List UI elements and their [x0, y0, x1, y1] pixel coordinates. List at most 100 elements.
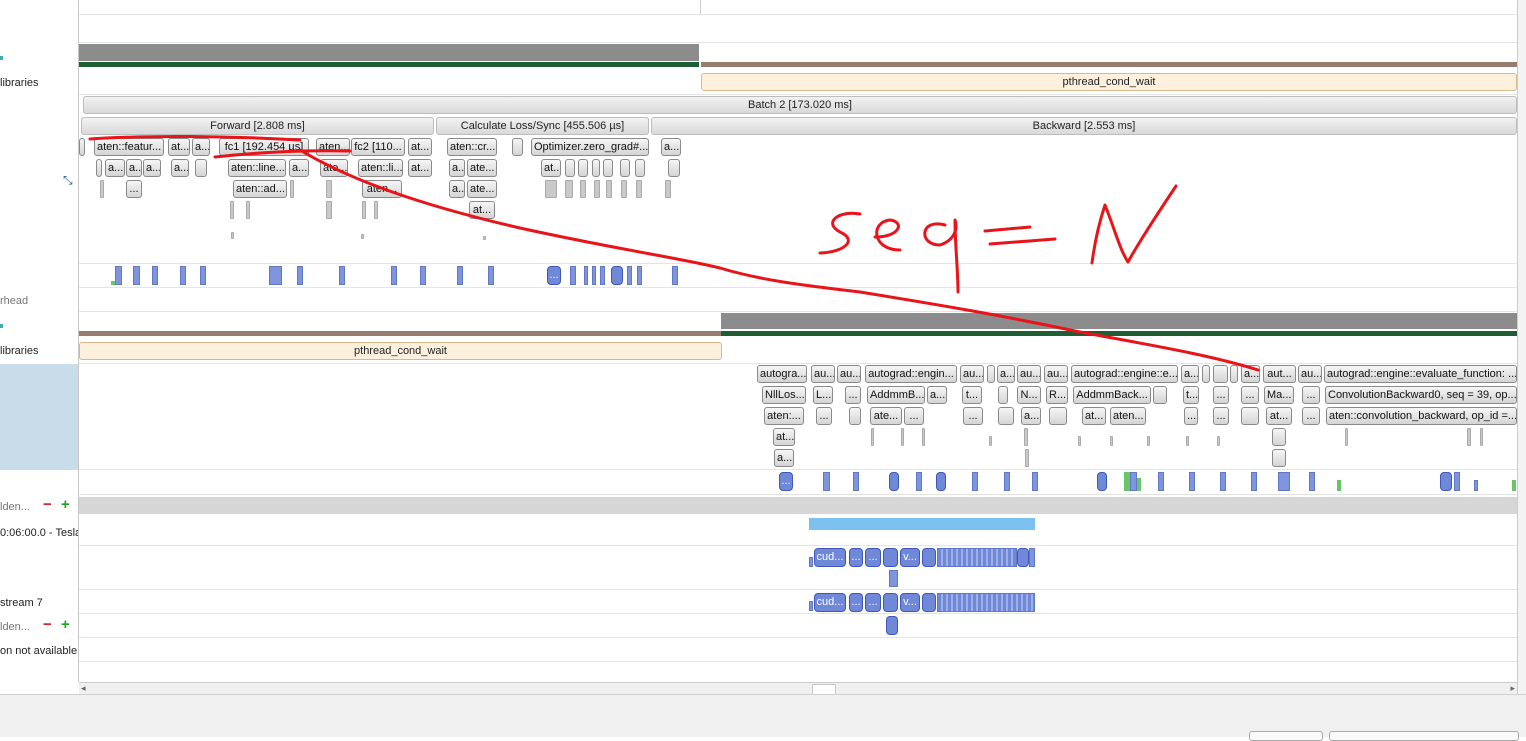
cuda-kernel[interactable] [883, 548, 898, 567]
aten-op-range[interactable]: aten... [1110, 407, 1146, 425]
cpu-op-range[interactable]: aten::li... [358, 159, 403, 177]
aten-op-range[interactable] [849, 407, 861, 425]
cpu-op-tick[interactable] [580, 180, 586, 198]
cpu-op-range[interactable]: ate... [467, 180, 497, 198]
cuda-kernel[interactable] [889, 570, 898, 587]
aten-op-tick[interactable] [1217, 436, 1220, 446]
scroll-right-arrow-icon[interactable]: ▸ [1510, 683, 1515, 694]
pin-icon[interactable]: ⤡ [63, 173, 73, 188]
expand-indicator-icon[interactable] [0, 56, 3, 60]
cuda-kernel[interactable] [883, 593, 898, 612]
autograd-range[interactable]: a... [997, 365, 1015, 383]
cpu-op-range[interactable] [565, 159, 575, 177]
cpu-op-range[interactable]: a... [143, 159, 161, 177]
cpu-op-range[interactable]: ... [126, 180, 142, 198]
addmm-backward-range[interactable]: AddmmB... [867, 386, 925, 404]
cpu-op-range[interactable] [79, 138, 85, 156]
cuda-api-call[interactable] [488, 266, 494, 285]
fc2-range[interactable]: fc2 [110... [351, 138, 405, 156]
cpu-op-range[interactable]: a... [289, 159, 309, 177]
pthread-cond-wait-range[interactable]: pthread_cond_wait [79, 342, 722, 360]
backward-op-range[interactable]: R... [1046, 386, 1068, 404]
cuda-api-call[interactable] [853, 472, 859, 491]
cpu-op-tick[interactable] [374, 201, 378, 219]
row-label-libraries-2[interactable]: libraries [0, 345, 78, 357]
cpu-op-tick[interactable] [665, 180, 671, 198]
cpu-op-range[interactable] [592, 159, 600, 177]
cpu-op-tick[interactable] [100, 180, 104, 198]
cpu-op-tick[interactable] [606, 180, 612, 198]
cuda-kernel[interactable]: cud... [814, 593, 846, 612]
cpu-op-range[interactable]: ate... [467, 159, 497, 177]
backward-op-range[interactable]: t... [1183, 386, 1199, 404]
autograd-range[interactable] [1202, 365, 1210, 383]
cuda-api-call[interactable] [1440, 472, 1452, 491]
cpu-op-range[interactable]: at... [408, 138, 432, 156]
cpu-op-tick[interactable] [361, 234, 364, 239]
optimizer-zero-grad-range[interactable]: Optimizer.zero_grad#... [531, 138, 649, 156]
cuda-api-call[interactable] [972, 472, 978, 491]
cuda-api-call[interactable] [1158, 472, 1164, 491]
aten-op-range[interactable]: ... [904, 407, 924, 425]
cpu-op-range[interactable] [668, 159, 680, 177]
cpu-op-range[interactable]: a... [105, 159, 125, 177]
aten-op-range[interactable]: ... [1302, 407, 1320, 425]
autograd-range[interactable]: au... [811, 365, 835, 383]
backward-op-range[interactable]: NllLos... [762, 386, 806, 404]
cpu-op-tick[interactable] [545, 180, 557, 198]
cuda-kernel[interactable]: ... [865, 593, 881, 612]
cpu-op-tick[interactable] [290, 180, 294, 198]
autograd-range[interactable]: autogra... [757, 365, 807, 383]
fc1-range[interactable]: fc1 [192.454 µs] [219, 138, 309, 156]
aten-op-tick[interactable] [871, 428, 874, 446]
cpu-op-range[interactable] [96, 159, 102, 177]
cuda-kernel[interactable]: cud... [814, 548, 846, 567]
cuda-api-call[interactable] [637, 266, 642, 285]
cuda-api-call[interactable] [1189, 472, 1195, 491]
expand-row-icon[interactable]: + [61, 617, 70, 632]
cuda-api-call[interactable] [584, 266, 588, 285]
cpu-op-tick[interactable] [326, 180, 332, 198]
backward-op-range[interactable]: N... [1017, 386, 1041, 404]
cuda-kernel[interactable]: v... [900, 593, 920, 612]
aten-op-range[interactable]: a... [774, 449, 794, 467]
row-label-hidden[interactable]: lden... [0, 501, 40, 513]
autograd-range[interactable] [987, 365, 995, 383]
cuda-api-call[interactable] [611, 266, 623, 285]
cuda-api-call[interactable] [1032, 472, 1038, 491]
cpu-op-range[interactable]: aten::ad... [233, 180, 287, 198]
dialog-button[interactable] [1329, 731, 1519, 741]
cpu-op-range[interactable]: aten::line... [228, 159, 286, 177]
cuda-kernel[interactable]: ... [849, 593, 863, 612]
aten-op-range[interactable]: at... [1266, 407, 1292, 425]
cpu-op-range[interactable]: aten::cr... [447, 138, 497, 156]
cpu-op-tick[interactable] [621, 180, 627, 198]
scroll-left-arrow-icon[interactable]: ◂ [81, 683, 86, 694]
collapse-row-icon[interactable]: − [43, 617, 52, 632]
cpu-op-tick[interactable] [594, 180, 600, 198]
cuda-api-call[interactable] [627, 266, 632, 285]
backward-op-range[interactable]: L... [813, 386, 833, 404]
cpu-op-range[interactable]: aten::featur... [94, 138, 164, 156]
cuda-api-call[interactable] [1130, 472, 1137, 491]
cuda-api-call[interactable] [339, 266, 345, 285]
aten-op-tick[interactable] [1024, 428, 1028, 446]
cpu-op-range[interactable]: at... [541, 159, 561, 177]
cuda-kernel[interactable]: ... [849, 548, 863, 567]
backward-op-range[interactable]: Ma... [1264, 386, 1294, 404]
backward-op-range[interactable]: ... [1241, 386, 1259, 404]
aten-convolution-backward-range[interactable]: aten::convolution_backward, op_id =... [1326, 407, 1517, 425]
aten-op-tick[interactable] [1345, 428, 1348, 446]
cpu-op-range[interactable]: a... [449, 159, 465, 177]
autograd-range[interactable]: a... [1181, 365, 1199, 383]
addmm-backward-range[interactable]: AddmmBack... [1073, 386, 1151, 404]
aten-op-tick[interactable] [1147, 436, 1150, 446]
cuda-api-call[interactable] [1278, 472, 1290, 491]
kernel-tick[interactable] [809, 601, 813, 611]
row-label-libraries[interactable]: libraries [0, 77, 78, 89]
cpu-op-tick[interactable] [636, 180, 642, 198]
aten-op-range[interactable]: ate... [870, 407, 902, 425]
aten-op-tick[interactable] [901, 428, 904, 446]
autograd-range[interactable]: au... [960, 365, 984, 383]
cpu-op-range[interactable]: aten... [362, 180, 402, 198]
